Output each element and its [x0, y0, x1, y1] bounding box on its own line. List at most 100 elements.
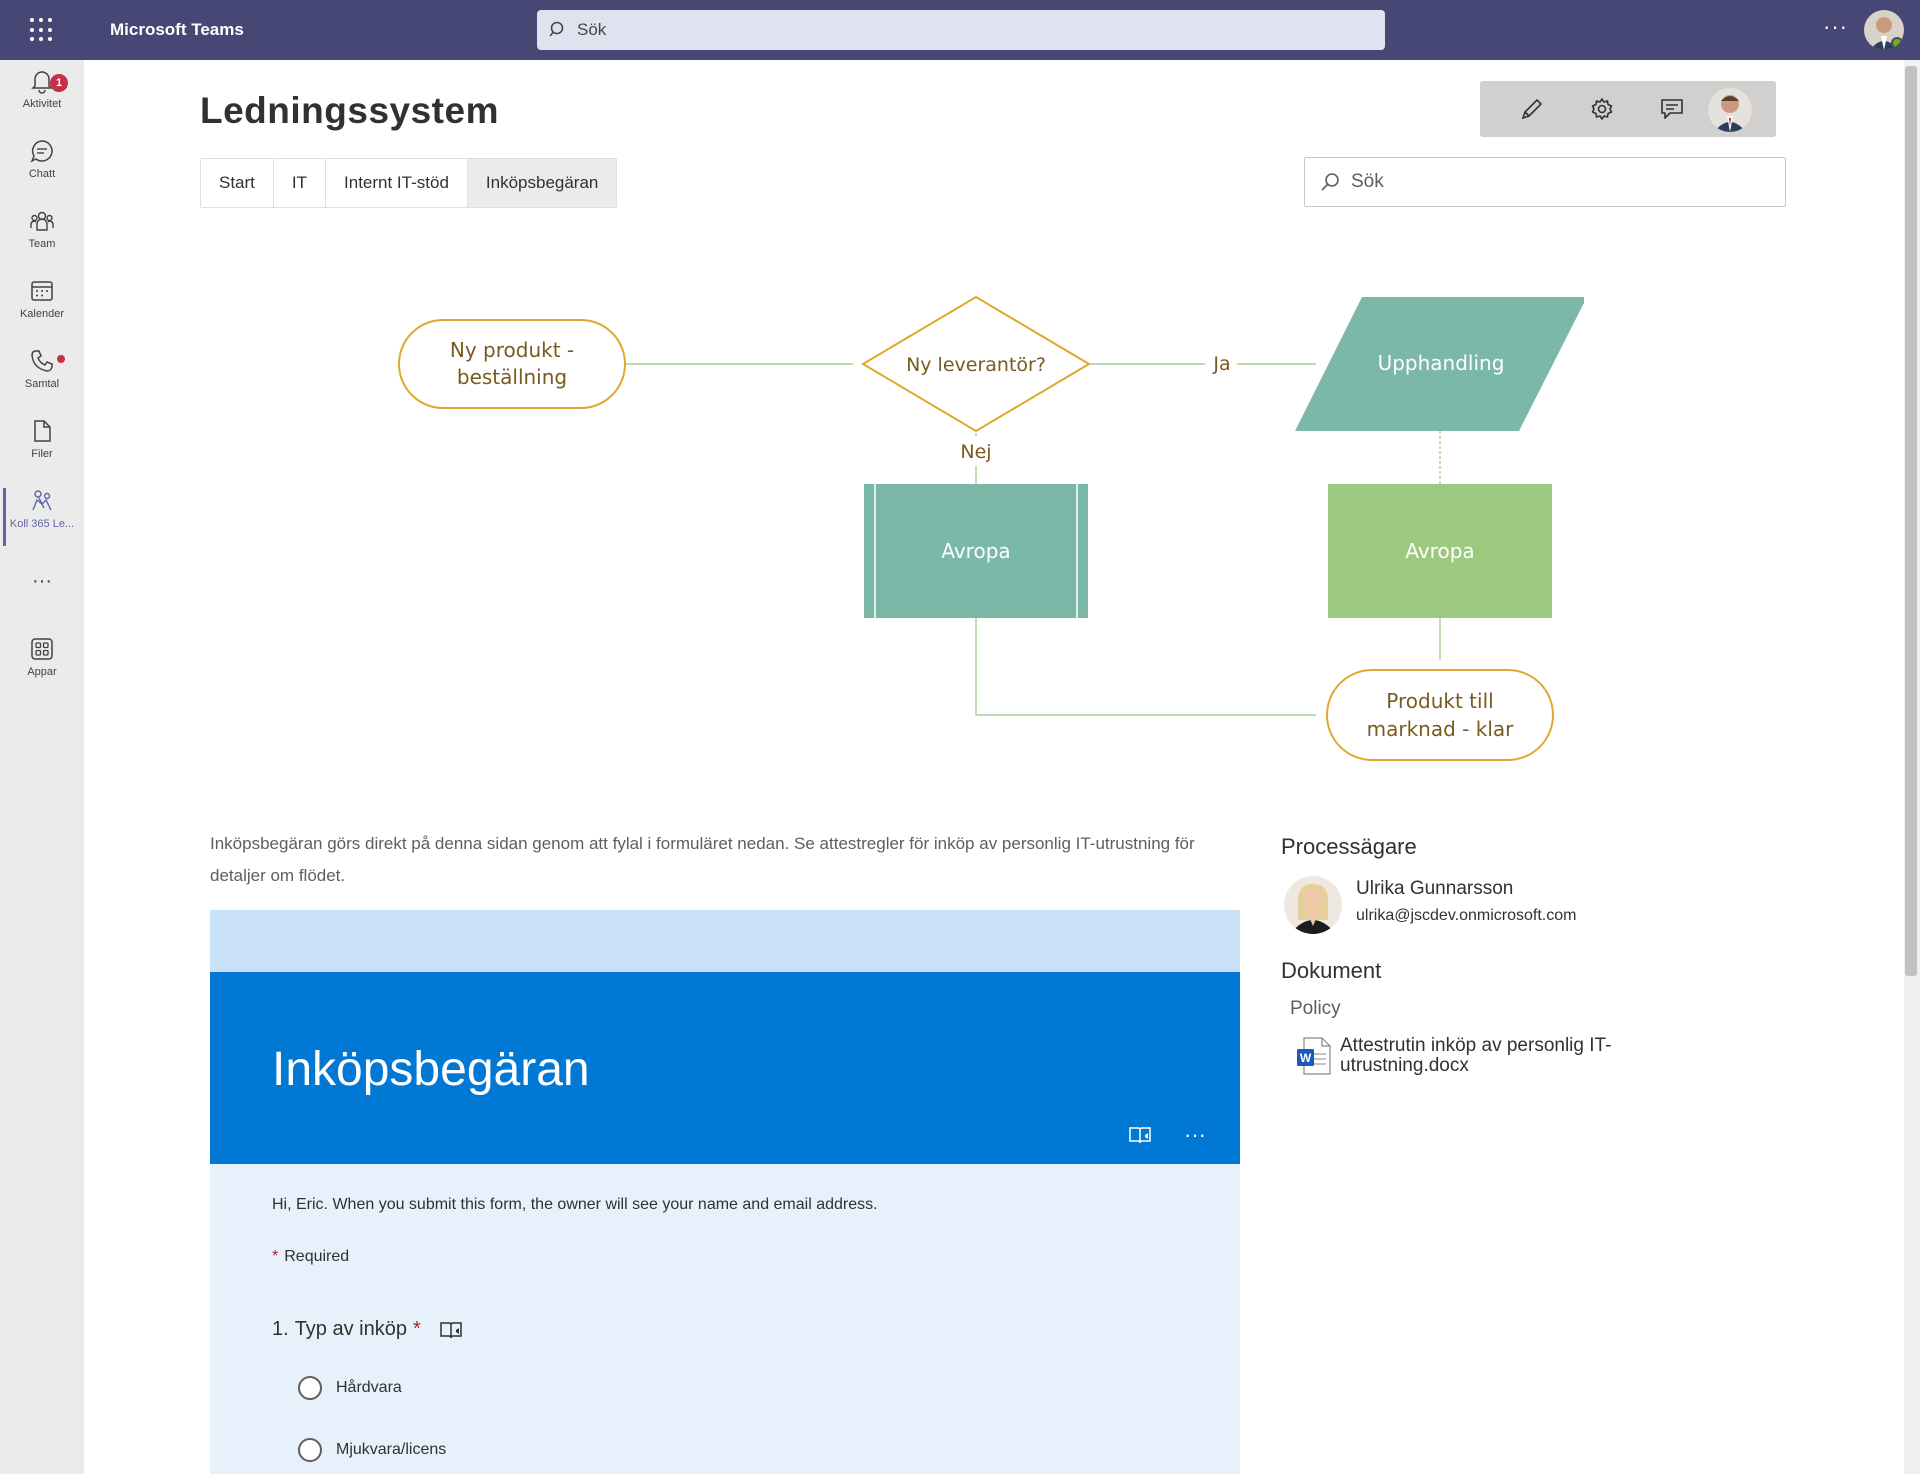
phone-icon	[31, 350, 53, 372]
more-options-button[interactable]: ···	[1823, 14, 1848, 40]
active-indicator	[3, 488, 6, 546]
option-hardvara[interactable]: Hårdvara	[298, 1376, 402, 1400]
immersive-reader-icon[interactable]	[439, 1319, 463, 1341]
edge-label-yes: Ja	[1212, 353, 1230, 375]
edge-label-no: Nej	[960, 441, 991, 463]
flow-node-decision-label: Ny leverantör?	[906, 354, 1046, 376]
document-name[interactable]: Attestrutin inköp av personlig IT-utrust…	[1340, 1036, 1660, 1076]
svg-text:W: W	[1300, 1051, 1312, 1065]
rail-item-label: Filer	[31, 448, 53, 460]
rail-item-label: Samtal	[24, 378, 60, 390]
rail-item-activity[interactable]: 1 Aktivitet	[0, 68, 84, 110]
option-label: Mjukvara/licens	[336, 1441, 447, 1458]
required-note: * Required	[272, 1248, 349, 1266]
app-rail: 1 Aktivitet Chatt Team Kalender Samtal F…	[0, 60, 84, 1474]
breadcrumb-item-it[interactable]: IT	[274, 159, 327, 207]
flow-node-avropa-right-label: Avropa	[1405, 539, 1474, 563]
koll365-app-icon	[32, 490, 52, 511]
flow-node-procurement[interactable]: Upphandling	[1295, 297, 1584, 431]
owner-avatar[interactable]	[1284, 876, 1342, 934]
question-text: Typ av inköp	[294, 1318, 407, 1340]
form-header: Inköpsbegäran ···	[210, 972, 1240, 1164]
page-search-input[interactable]: Sök	[1304, 157, 1786, 207]
edit-button[interactable]	[1514, 91, 1550, 127]
comment-icon	[1661, 99, 1683, 119]
gear-icon	[1591, 98, 1613, 120]
rail-item-chat[interactable]: Chatt	[0, 138, 84, 180]
rail-item-label: Kalender	[19, 308, 65, 320]
form-title: Inköpsbegäran	[272, 1043, 590, 1096]
page-title: Ledningssystem	[200, 90, 499, 131]
document-link[interactable]: W Attestrutin inköp av personlig IT-utru…	[1296, 1036, 1660, 1076]
file-icon	[34, 420, 51, 442]
chat-icon	[30, 140, 53, 163]
breadcrumb-item-internt-it-stod[interactable]: Internt IT-stöd	[326, 159, 468, 207]
flow-node-end-label-line2: marknad - klar	[1367, 717, 1514, 741]
breadcrumb-item-start[interactable]: Start	[201, 159, 274, 207]
presence-status-icon	[1891, 37, 1903, 49]
documents-heading: Dokument	[1281, 958, 1382, 983]
form-top-strip	[210, 910, 1240, 972]
scrollbar-thumb[interactable]	[1905, 66, 1917, 976]
calendar-icon	[31, 281, 53, 301]
rail-item-label: Team	[28, 238, 56, 250]
connector-avropa-left-end	[975, 618, 1316, 716]
app-launcher-icon[interactable]	[28, 16, 56, 44]
rail-item-files[interactable]: Filer	[0, 418, 84, 460]
flow-node-procurement-label: Upphandling	[1378, 351, 1505, 375]
rail-item-calls[interactable]: Samtal	[0, 348, 84, 390]
page-toolbar	[1480, 81, 1776, 137]
calls-notification-dot	[57, 355, 65, 363]
page-user-avatar[interactable]	[1708, 88, 1752, 132]
flow-node-start-label-line2: beställning	[457, 365, 567, 389]
form-more-button[interactable]: ···	[1184, 1122, 1206, 1148]
app-title: Microsoft Teams	[110, 20, 244, 39]
radio-button[interactable]	[298, 1438, 322, 1462]
apps-icon	[31, 638, 53, 660]
word-doc-icon: W	[1297, 1037, 1331, 1075]
question-1: 1. Typ av inköp *	[272, 1318, 463, 1341]
search-icon	[1321, 173, 1339, 191]
flow-node-avropa-left[interactable]: Avropa	[864, 484, 1088, 618]
rail-item-label: Appar	[27, 666, 57, 678]
owner-email[interactable]: ulrika@jscdev.onmicrosoft.com	[1356, 907, 1576, 925]
rail-item-koll365[interactable]: Koll 365 Le...	[0, 488, 84, 546]
required-label: Required	[284, 1248, 350, 1265]
pencil-icon	[1521, 98, 1543, 120]
option-mjukvara[interactable]: Mjukvara/licens	[298, 1438, 446, 1462]
flow-node-start-label-line1: Ny produkt -	[450, 338, 574, 362]
process-owner-heading: Processägare	[1281, 834, 1417, 859]
rail-item-label: Koll 365 Le...	[9, 518, 75, 530]
flow-node-decision[interactable]: Ny leverantör?	[861, 295, 1091, 433]
global-search-placeholder: Sök	[577, 20, 607, 39]
search-icon	[549, 21, 564, 37]
flow-node-end-label-line1: Produkt till	[1386, 689, 1493, 713]
rail-item-label: Aktivitet	[22, 98, 62, 110]
documents-category: Policy	[1290, 998, 1341, 1019]
flow-node-end[interactable]: Produkt till marknad - klar	[1326, 669, 1554, 761]
process-flowchart: Ny produkt - beställning Ny leverantör? …	[398, 295, 1584, 761]
rail-item-teams[interactable]: Team	[0, 208, 84, 250]
option-label: Hårdvara	[336, 1379, 402, 1396]
rail-item-calendar[interactable]: Kalender	[0, 278, 84, 320]
teams-header: Microsoft Teams Sök ···	[0, 0, 1920, 60]
settings-button[interactable]	[1584, 91, 1620, 127]
immersive-reader-button[interactable]	[1128, 1124, 1152, 1151]
global-search-input[interactable]: Sök	[537, 10, 1385, 50]
flow-node-avropa-right[interactable]: Avropa	[1328, 484, 1552, 618]
user-avatar[interactable]	[1864, 10, 1904, 50]
breadcrumb: Start IT Internt IT-stöd Inköpsbegäran	[200, 158, 618, 208]
radio-button[interactable]	[298, 1376, 322, 1400]
activity-badge: 1	[50, 74, 68, 92]
form-notice: Hi, Eric. When you submit this form, the…	[272, 1196, 878, 1213]
rail-item-label: Chatt	[28, 168, 56, 180]
comments-button[interactable]	[1654, 91, 1690, 127]
flow-node-avropa-left-label: Avropa	[941, 539, 1010, 563]
flow-node-start[interactable]: Ny produkt - beställning	[398, 319, 626, 409]
owner-name[interactable]: Ulrika Gunnarsson	[1356, 878, 1513, 900]
rail-item-apps[interactable]: Appar	[0, 636, 84, 678]
breadcrumb-item-current[interactable]: Inköpsbegäran	[467, 159, 617, 207]
embedded-form: Inköpsbegäran ··· Hi, Eric. When you sub…	[210, 910, 1240, 1474]
rail-more-apps-button[interactable]: ···	[0, 570, 84, 593]
page-search-placeholder: Sök	[1351, 171, 1384, 192]
